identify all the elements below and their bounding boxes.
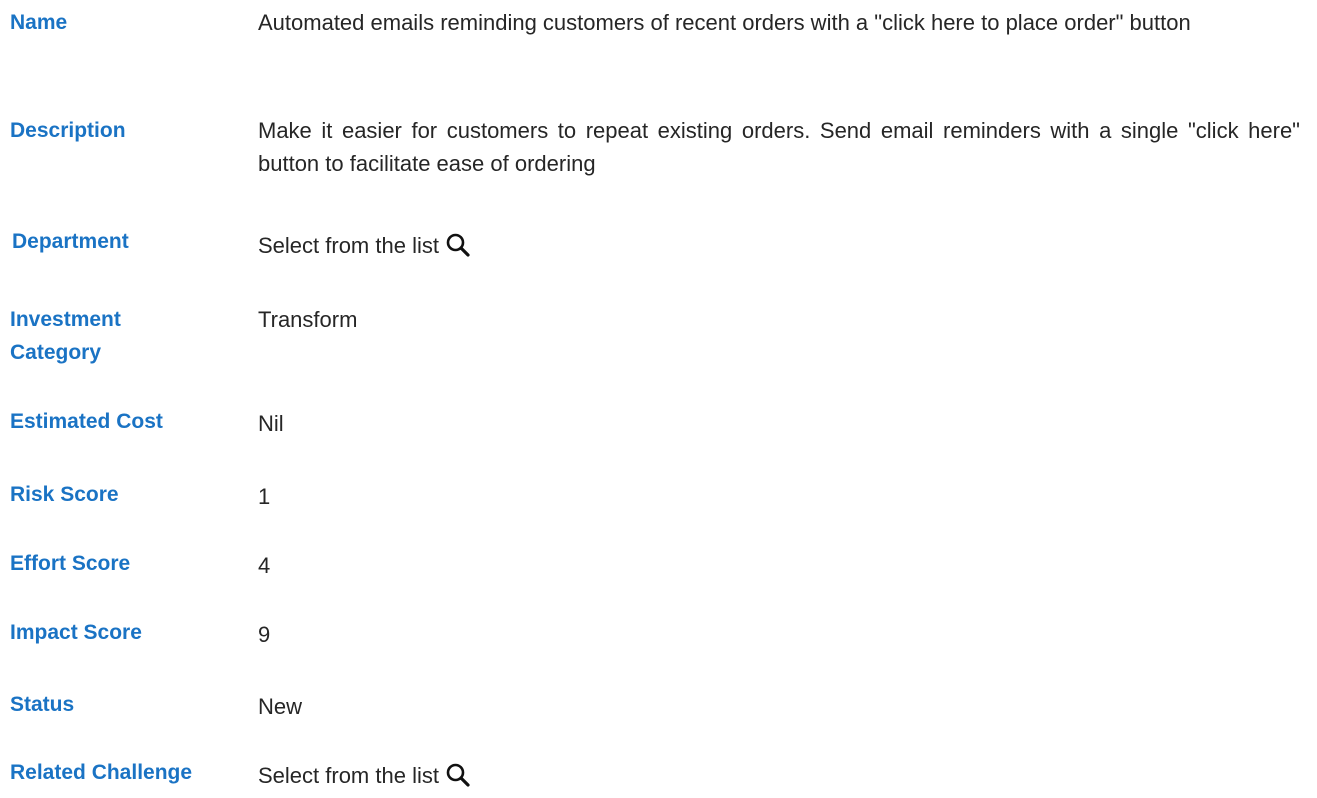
risk-score-value[interactable]: 1: [258, 480, 1300, 513]
department-lookup-text[interactable]: Select from the list: [258, 229, 439, 262]
idea-detail-form: Name Automated emails reminding customer…: [0, 0, 1317, 798]
name-label: Name: [10, 11, 68, 34]
impact-score-value[interactable]: 9: [258, 618, 1300, 651]
estimated-cost-label: Estimated Cost: [10, 410, 163, 433]
description-value[interactable]: Make it easier for customers to repeat e…: [258, 114, 1300, 180]
related-challenge-label: Related Challenge: [10, 761, 193, 784]
investment-category-value[interactable]: Transform: [258, 303, 1300, 336]
department-lookup[interactable]: Select from the list: [258, 229, 1300, 262]
related-challenge-lookup-text[interactable]: Select from the list: [258, 759, 439, 792]
status-value[interactable]: New: [258, 690, 1300, 723]
investment-category-label: Investment Category: [10, 308, 121, 364]
impact-score-label: Impact Score: [10, 621, 142, 644]
risk-score-label: Risk Score: [10, 483, 119, 506]
status-label: Status: [10, 693, 75, 716]
effort-score-value[interactable]: 4: [258, 549, 1300, 582]
related-challenge-lookup-control[interactable]: Select from the list: [258, 759, 471, 792]
estimated-cost-value[interactable]: Nil: [258, 407, 1300, 440]
search-icon[interactable]: [445, 232, 471, 258]
search-icon[interactable]: [445, 762, 471, 788]
related-challenge-lookup[interactable]: Select from the list: [258, 759, 1300, 792]
name-value[interactable]: Automated emails reminding customers of …: [258, 6, 1300, 39]
effort-score-label: Effort Score: [10, 552, 131, 575]
department-lookup-control[interactable]: Select from the list: [258, 229, 471, 262]
department-label: Department: [12, 230, 129, 253]
description-label: Description: [10, 119, 126, 142]
